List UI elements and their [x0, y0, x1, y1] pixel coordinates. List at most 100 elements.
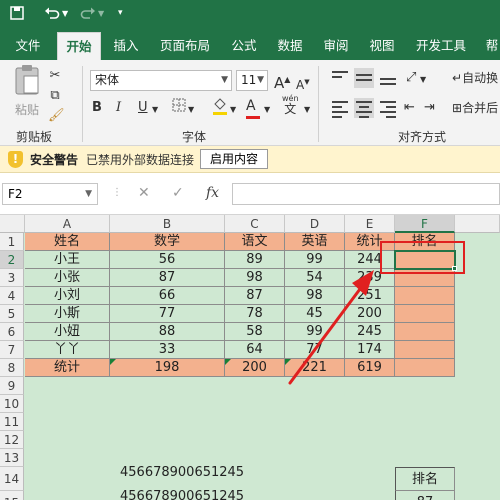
table-cell[interactable]: 87 — [225, 287, 285, 305]
save-icon[interactable] — [10, 6, 24, 24]
italic-button[interactable]: I — [116, 98, 121, 118]
tab-view[interactable]: 视图 — [364, 32, 400, 60]
table-cell[interactable]: 45 — [285, 305, 345, 323]
table-cell[interactable]: 小王 — [25, 251, 110, 269]
row-header-14[interactable]: 14 — [0, 467, 24, 491]
table-cell[interactable]: 77 — [285, 341, 345, 359]
table-cell[interactable]: 174 — [345, 341, 395, 359]
font-size-combo[interactable]: 11 ▼ — [236, 70, 268, 91]
rank-cell[interactable] — [395, 305, 455, 323]
font-color-icon[interactable]: A — [246, 96, 260, 119]
format-painter-icon[interactable]: 🖌 — [48, 106, 65, 126]
shrink-font-icon[interactable]: A▼ — [296, 72, 310, 95]
align-left-icon[interactable] — [330, 98, 350, 118]
table-cell[interactable]: 99 — [285, 251, 345, 269]
header-cell[interactable]: 数学 — [110, 233, 225, 251]
customize-icon[interactable]: ▾ — [118, 8, 123, 18]
cancel-icon[interactable]: ✕ — [138, 185, 150, 201]
total-cell[interactable]: 198 — [110, 359, 225, 377]
top-align-icon[interactable] — [330, 68, 350, 88]
wrap-text-button[interactable]: ↵自动换 — [452, 68, 500, 88]
align-right-icon[interactable] — [378, 98, 398, 118]
rank-cell[interactable] — [395, 287, 455, 305]
column-header-e[interactable]: E — [345, 215, 395, 233]
cell-b14[interactable]: 456678900651245 — [120, 465, 244, 480]
insert-function-icon[interactable]: fx — [206, 185, 219, 201]
decrease-indent-icon[interactable]: ⇤ — [404, 98, 415, 118]
paste-button[interactable]: 粘贴 — [8, 64, 46, 122]
select-all-corner[interactable] — [0, 215, 25, 233]
undo-dropdown-icon[interactable]: ▼ — [62, 9, 68, 18]
row-header-8[interactable]: 8 — [0, 359, 24, 377]
table-cell[interactable]: 54 — [285, 269, 345, 287]
table-cell[interactable]: 245 — [345, 323, 395, 341]
bottom-align-icon[interactable] — [378, 68, 398, 88]
tab-home[interactable]: 开始 — [57, 32, 101, 60]
tab-formulas[interactable]: 公式 — [226, 32, 262, 60]
header-cell[interactable]: 语文 — [225, 233, 285, 251]
chevron-down-icon[interactable]: ▼ — [257, 71, 264, 90]
phonetic-guide-icon[interactable]: wén 文 — [282, 94, 299, 116]
tab-file[interactable]: 文件 — [10, 32, 46, 60]
table-cell[interactable]: 98 — [285, 287, 345, 305]
total-cell[interactable]: 619 — [345, 359, 395, 377]
tab-review[interactable]: 审阅 — [318, 32, 354, 60]
chevron-down-icon[interactable]: ▼ — [304, 100, 310, 120]
chevron-down-icon[interactable]: ▼ — [221, 71, 228, 90]
total-cell[interactable]: 200 — [225, 359, 285, 377]
grow-font-icon[interactable]: A▲ — [274, 70, 290, 93]
table-cell[interactable]: 小妞 — [25, 323, 110, 341]
increase-indent-icon[interactable]: ⇥ — [424, 98, 435, 118]
total-cell[interactable]: 221 — [285, 359, 345, 377]
confirm-icon[interactable]: ✓ — [172, 185, 184, 201]
rank-cell[interactable] — [395, 341, 455, 359]
spreadsheet-grid[interactable]: A B C D E F 1 2 3 4 5 6 7 8 9 10 11 12 1… — [0, 215, 500, 500]
chevron-down-icon[interactable]: ▼ — [230, 100, 236, 120]
row-header-10[interactable]: 10 — [0, 395, 24, 413]
font-name-combo[interactable]: 宋体 ▼ — [90, 70, 232, 91]
copy-icon[interactable]: ⧉ — [48, 86, 62, 106]
rank-cell[interactable] — [395, 323, 455, 341]
column-header-f[interactable]: F — [395, 215, 455, 233]
chevron-down-icon[interactable]: ▼ — [85, 184, 92, 204]
table-cell[interactable]: 200 — [345, 305, 395, 323]
chevron-down-icon[interactable]: ▼ — [264, 100, 270, 120]
align-center-icon[interactable] — [354, 98, 374, 118]
table-cell[interactable]: 丫丫 — [25, 341, 110, 359]
table-cell[interactable]: 66 — [110, 287, 225, 305]
cell-b15[interactable]: 456678900651245 — [120, 489, 244, 500]
middle-align-icon[interactable] — [354, 68, 374, 88]
column-header-b[interactable]: B — [110, 215, 225, 233]
table-cell[interactable]: 77 — [110, 305, 225, 323]
row-header-2[interactable]: 2 — [0, 251, 24, 269]
total-cell[interactable] — [395, 359, 455, 377]
header-cell[interactable]: 姓名 — [25, 233, 110, 251]
table-cell[interactable]: 87 — [110, 269, 225, 287]
table-cell[interactable]: 98 — [225, 269, 285, 287]
tab-data[interactable]: 数据 — [272, 32, 308, 60]
table-cell[interactable]: 小刘 — [25, 287, 110, 305]
column-header-c[interactable]: C — [225, 215, 285, 233]
row-header-9[interactable]: 9 — [0, 377, 24, 395]
redo-icon[interactable] — [80, 6, 96, 24]
table-cell[interactable]: 251 — [345, 287, 395, 305]
undo-icon[interactable] — [44, 6, 60, 24]
table-cell[interactable]: 88 — [110, 323, 225, 341]
tab-developer[interactable]: 开发工具 — [412, 32, 470, 60]
total-label-cell[interactable]: 统计 — [25, 359, 110, 377]
orientation-icon[interactable]: ⤢ — [406, 68, 416, 88]
redo-dropdown-icon[interactable]: ▼ — [98, 9, 104, 18]
tab-help[interactable]: 帮 — [482, 32, 500, 60]
cell-f15[interactable]: 87 — [395, 491, 455, 500]
row-header-1[interactable]: 1 — [0, 233, 24, 251]
column-header-a[interactable]: A — [25, 215, 110, 233]
merge-center-button[interactable]: ⊞合并后 — [452, 98, 500, 118]
tab-insert[interactable]: 插入 — [108, 32, 144, 60]
row-header-7[interactable]: 7 — [0, 341, 24, 359]
row-header-6[interactable]: 6 — [0, 323, 24, 341]
table-cell[interactable]: 78 — [225, 305, 285, 323]
table-cell[interactable]: 64 — [225, 341, 285, 359]
table-cell[interactable]: 33 — [110, 341, 225, 359]
table-cell[interactable]: 小斯 — [25, 305, 110, 323]
enable-content-button[interactable]: 启用内容 — [200, 149, 268, 169]
